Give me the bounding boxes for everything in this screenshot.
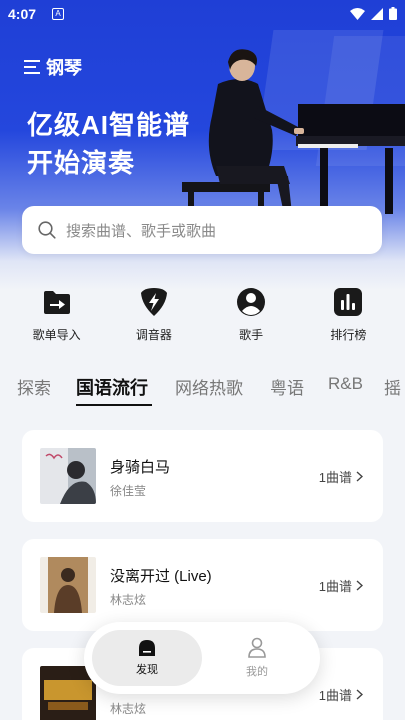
discover-icon xyxy=(139,640,155,656)
tab-explore[interactable]: 探索 xyxy=(17,374,51,399)
battery-icon xyxy=(389,7,397,20)
tuner-icon xyxy=(140,288,167,316)
sheet-count[interactable]: 1曲谱 xyxy=(319,685,363,704)
song-card[interactable]: 身骑白马 徐佳莹 1曲谱 xyxy=(22,430,383,522)
notification-icon: A xyxy=(52,8,64,20)
tab-mandarin-pop[interactable]: 国语流行 xyxy=(76,374,148,400)
search-icon xyxy=(38,221,56,239)
import-icon xyxy=(43,291,70,314)
brand-title: 钢琴 xyxy=(46,58,82,78)
chevron-right-icon xyxy=(356,689,363,700)
singer-icon xyxy=(237,288,266,316)
status-icons xyxy=(350,7,397,20)
quick-action-label: 歌单导入 xyxy=(32,328,81,342)
quick-action-label: 调音器 xyxy=(135,328,172,342)
sheet-count[interactable]: 1曲谱 xyxy=(319,576,363,595)
album-cover xyxy=(40,448,96,504)
song-title: 没离开过 (Live) xyxy=(110,568,212,585)
search-placeholder: 搜索曲谱、歌手或歌曲 xyxy=(66,222,217,240)
quick-action-label: 歌手 xyxy=(239,328,264,342)
song-card[interactable]: 没离开过 (Live) 林志炫 1曲谱 xyxy=(22,539,383,631)
search-bar[interactable]: 搜索曲谱、歌手或歌曲 xyxy=(22,206,382,254)
nav-discover-label: 发现 xyxy=(136,664,158,676)
status-time: 4:07 xyxy=(8,6,37,22)
hero-headline: 亿级AI智能谱 开始演奏 xyxy=(27,106,190,182)
sheet-count-label: 1曲谱 xyxy=(318,470,352,485)
nav-discover[interactable]: 发现 xyxy=(92,630,202,686)
sheet-count-label: 1曲谱 xyxy=(318,688,352,703)
profile-icon xyxy=(248,637,266,658)
song-title: 身骑白马 xyxy=(110,459,171,476)
category-tabs: 探索 国语流行 网络热歌 粤语 R&B 摇 xyxy=(0,374,405,410)
quick-action-singer[interactable]: 歌手 xyxy=(211,286,291,346)
app-brand[interactable]: 钢琴 xyxy=(24,54,82,80)
nav-mine[interactable]: 我的 xyxy=(202,630,312,686)
sheet-count-label: 1曲谱 xyxy=(318,579,352,594)
quick-action-ranking[interactable]: 排行榜 xyxy=(308,286,388,346)
song-artist: 林志炫 xyxy=(110,702,147,716)
chevron-right-icon xyxy=(356,580,363,591)
menu-icon[interactable] xyxy=(24,60,40,74)
signal-icon xyxy=(371,7,383,20)
song-artist: 林志炫 xyxy=(110,593,147,607)
tab-rock[interactable]: 摇 xyxy=(384,374,401,399)
album-cover xyxy=(40,557,96,613)
quick-action-import[interactable]: 歌单导入 xyxy=(17,286,97,346)
headline-line2: 开始演奏 xyxy=(27,148,136,178)
quick-action-label: 排行榜 xyxy=(330,328,367,342)
wifi-icon xyxy=(350,7,365,20)
status-bar: 4:07 A xyxy=(0,0,405,28)
pianist-image xyxy=(182,49,405,214)
chevron-right-icon xyxy=(356,471,363,482)
tab-rnb[interactable]: R&B xyxy=(328,374,363,394)
nav-mine-label: 我的 xyxy=(246,666,268,678)
tab-cantonese[interactable]: 粤语 xyxy=(270,374,304,399)
sheet-count[interactable]: 1曲谱 xyxy=(319,467,363,486)
headline-line1: 亿级AI智能谱 xyxy=(27,110,191,140)
ranking-icon xyxy=(334,288,363,316)
bottom-navigation: 发现 我的 xyxy=(84,622,320,694)
tab-internet-hits[interactable]: 网络热歌 xyxy=(175,374,243,399)
song-artist: 徐佳莹 xyxy=(110,484,147,498)
quick-action-tuner[interactable]: 调音器 xyxy=(114,286,194,346)
active-tab-indicator xyxy=(76,404,152,406)
quick-actions: 歌单导入 调音器 歌手 排行榜 xyxy=(0,286,405,346)
